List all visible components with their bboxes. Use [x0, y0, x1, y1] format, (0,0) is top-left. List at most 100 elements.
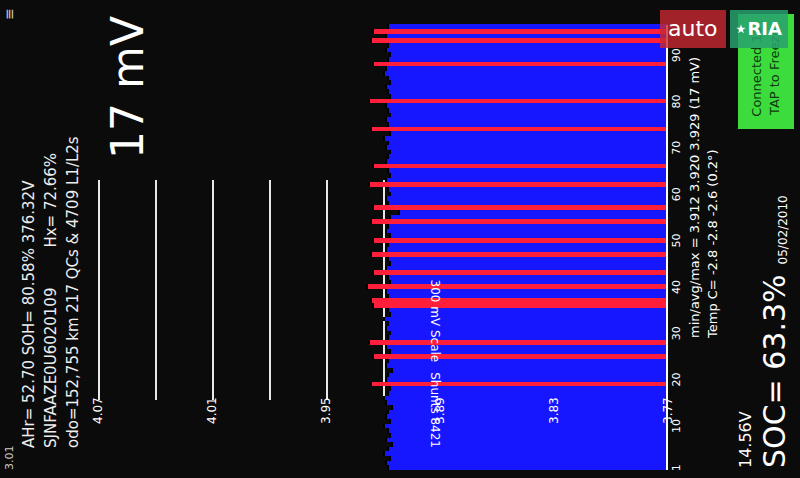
cell-bar	[372, 303, 668, 308]
axis-tick: 3.77	[661, 395, 675, 426]
cell-bar	[389, 192, 668, 197]
cell-bar	[387, 154, 668, 159]
aux-voltage: 14.56V	[736, 274, 756, 468]
phone-screen: 3.01 ≡AHr= 52.70 SOH= 80.58% 376.32VSJNFA…	[0, 0, 800, 478]
cell-bar	[387, 465, 668, 470]
cell-bar	[385, 117, 668, 122]
cell-bar	[389, 80, 668, 85]
cell-bar	[389, 113, 668, 118]
cell-bar	[387, 89, 668, 94]
grid-line	[326, 180, 328, 400]
cell-bar	[387, 141, 668, 146]
vin-line: SJNFAAZE0U6020109Hx= 72.66%	[40, 0, 62, 448]
cell-bar	[385, 85, 668, 90]
cell-label: 80	[670, 94, 684, 108]
scale-label: 300 mV Scale	[428, 280, 442, 363]
cell-bar	[385, 145, 668, 150]
cell-bar	[385, 103, 668, 108]
cell-bar	[370, 252, 668, 257]
stage: 3.01 ≡AHr= 52.70 SOH= 80.58% 376.32VSJNFA…	[0, 0, 800, 478]
cell-chart[interactable]: 4.074.013.953.893.833.7717 mV300 mV Scal…	[98, 0, 668, 478]
cell-bar	[387, 57, 668, 62]
cell-bar	[385, 66, 668, 71]
cell-bar	[366, 284, 668, 289]
menu-icon[interactable]: ≡	[1, 8, 17, 20]
watermark: autoRIA	[660, 10, 788, 48]
cell-bar	[398, 210, 668, 215]
watermark-ria: RIA	[730, 10, 789, 48]
cell-bar	[370, 298, 668, 303]
grid-line	[155, 180, 157, 400]
cell-bar	[368, 99, 668, 104]
vin: SJNFAAZE0U6020109	[40, 288, 62, 448]
cell-bar	[383, 396, 668, 401]
cell-label: 60	[670, 187, 684, 201]
cell-bar	[389, 150, 668, 155]
cell-bar	[387, 275, 668, 280]
axis-tick: 3.95	[319, 395, 333, 426]
cell-bar	[383, 71, 668, 76]
cell-label: 30	[670, 326, 684, 340]
shunts-label: Shunts 8421	[428, 372, 442, 448]
cell-bar	[372, 62, 668, 67]
scale-note: 300 mV Scale Shunts 8421	[428, 280, 442, 448]
cell-bar	[389, 261, 668, 266]
cell-bar	[385, 247, 668, 252]
cell-bar	[387, 257, 668, 262]
cell-bar	[383, 317, 668, 322]
cell-bar	[372, 270, 668, 275]
cell-bar	[389, 52, 668, 57]
star-icon	[736, 24, 746, 34]
cell-bar	[389, 456, 668, 461]
cell-bar	[385, 461, 668, 466]
axis-tick: 3.83	[547, 395, 561, 426]
temperature: Temp C= -2.8 -2.8 -2.6 (0.2°)	[704, 0, 722, 338]
cell-label: 50	[670, 234, 684, 248]
cell-bar	[389, 94, 668, 99]
cell-label: 70	[670, 141, 684, 155]
stats: min/avg/max = 3.912 3.920 3.929 (17 mV)T…	[686, 0, 722, 478]
cell-bar	[385, 289, 668, 294]
cell-bar	[387, 243, 668, 248]
cell-bar	[391, 368, 668, 373]
cell-bar	[387, 43, 668, 48]
grid-line	[269, 180, 271, 400]
cell-bar	[389, 173, 668, 178]
axis-tick: 4.07	[91, 395, 105, 426]
status-text: 3.01	[3, 446, 16, 471]
cell-bar	[385, 400, 668, 405]
grid-line	[212, 180, 214, 400]
cell-bar	[387, 25, 668, 30]
cell-bar	[385, 363, 668, 368]
odo-line: odo=152,755 km 217 QCs & 4709 L1/L2s	[62, 0, 84, 448]
cell-bar	[385, 159, 668, 164]
min-avg-max: min/avg/max = 3.912 3.920 3.929 (17 mV)	[686, 0, 704, 338]
cell-bar	[387, 122, 668, 127]
cell-bar	[387, 76, 668, 81]
cell-label: 1	[670, 464, 684, 471]
grid-line	[98, 180, 100, 400]
battery-info: AHr= 52.70 SOH= 80.58% 376.32VSJNFAAZE0U…	[18, 0, 84, 478]
cell-bar	[372, 205, 668, 210]
bars	[98, 25, 668, 470]
soc: SOC= 63.3%	[756, 274, 794, 468]
cell-bar	[385, 345, 668, 350]
watermark-auto: auto	[660, 10, 726, 48]
cell-bar	[387, 168, 668, 173]
cell-bar	[372, 354, 668, 359]
cell-bar	[368, 340, 668, 345]
soc-block: 14.56VSOC= 63.3%	[736, 274, 794, 468]
cell-label: 40	[670, 280, 684, 294]
cell-bar	[389, 131, 668, 136]
cell-label: 90	[670, 48, 684, 62]
cell-bar	[372, 29, 668, 34]
cell-bar	[389, 233, 668, 238]
cell-bar	[383, 136, 668, 141]
cell-bar	[372, 164, 668, 169]
cell-bar	[370, 127, 668, 132]
cell-bar	[372, 238, 668, 243]
cell-bar	[370, 219, 668, 224]
cell-bar	[383, 424, 668, 429]
status-bar: 3.01 ≡	[0, 0, 18, 478]
cell-bar	[385, 377, 668, 382]
